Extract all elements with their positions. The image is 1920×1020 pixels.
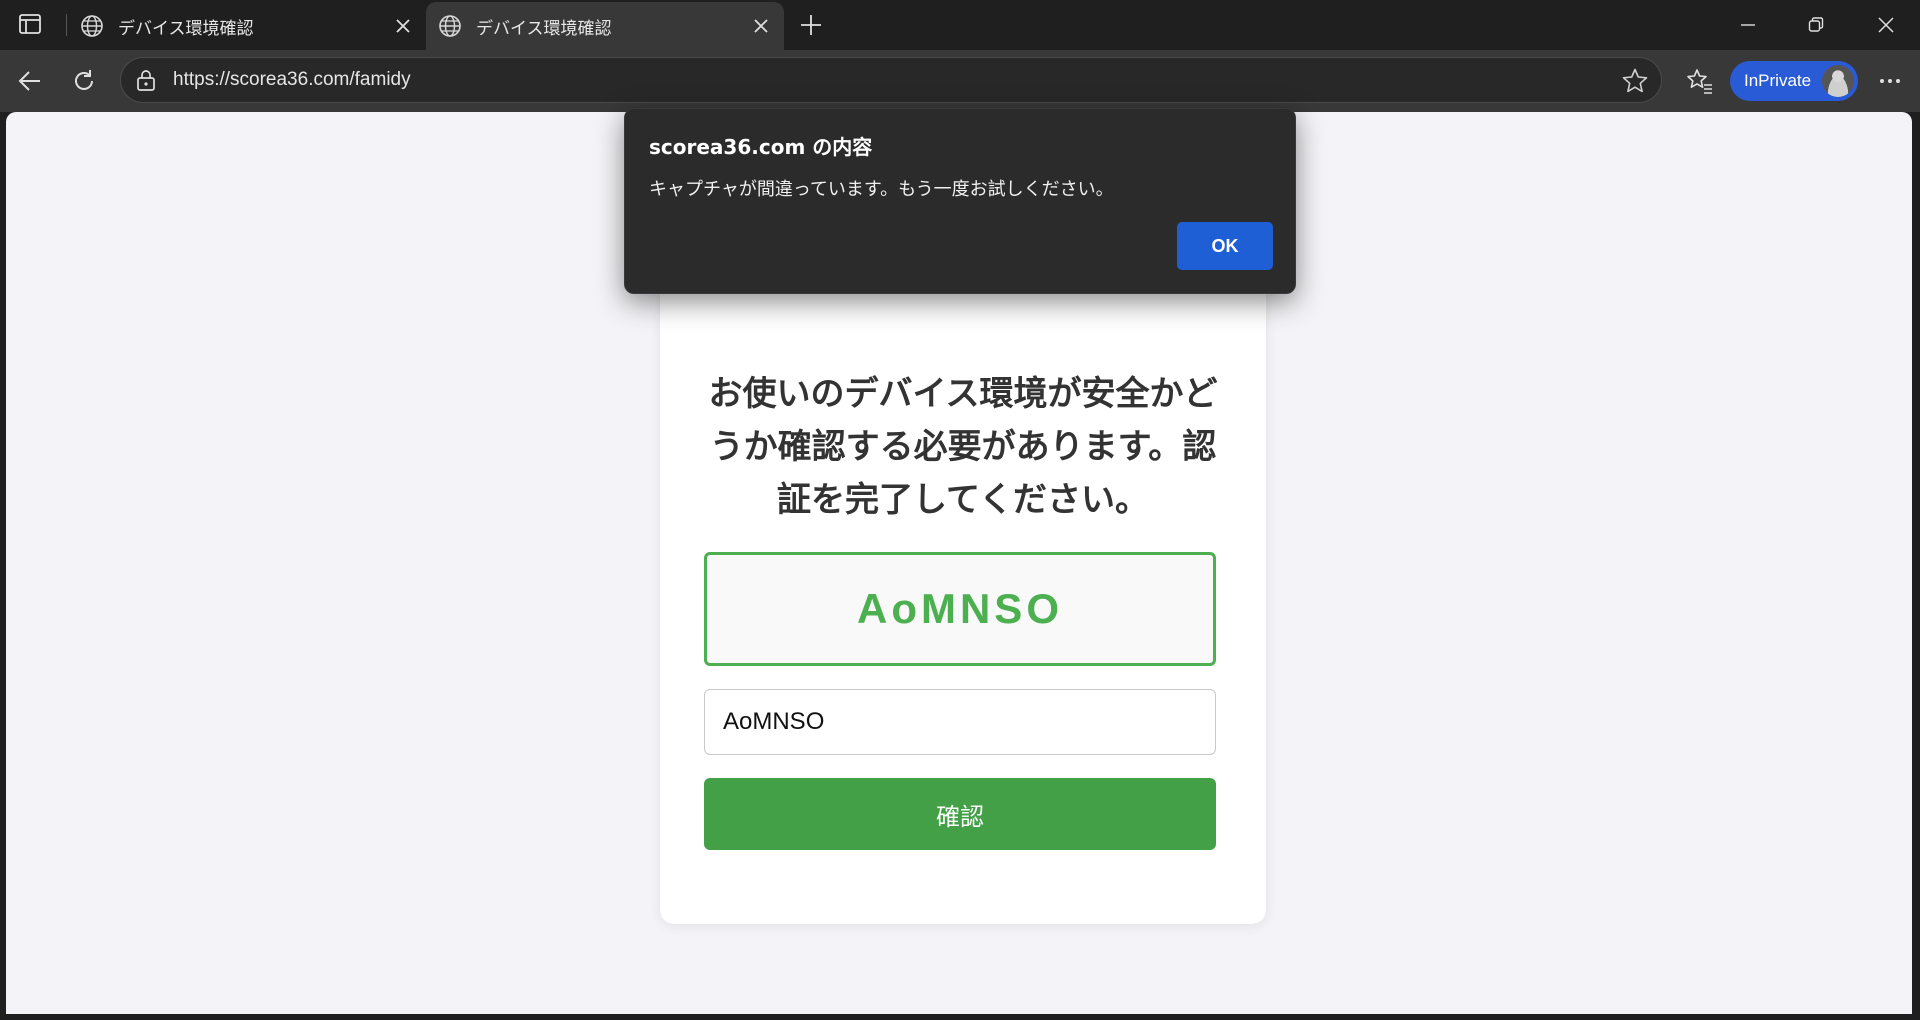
captcha-display: AoMNSO bbox=[704, 552, 1216, 666]
dialog-message: キャプチャが間違っています。もう一度お試しください。 bbox=[649, 179, 1114, 200]
tab-1[interactable]: デバイス環境確認 bbox=[68, 2, 426, 50]
back-button[interactable] bbox=[12, 63, 48, 99]
globe-icon bbox=[439, 15, 461, 37]
tab-actions-icon bbox=[19, 14, 41, 34]
close-icon bbox=[1878, 17, 1894, 33]
window-close-button[interactable] bbox=[1862, 10, 1910, 40]
tab-2[interactable]: デバイス環境確認 bbox=[426, 2, 784, 50]
captcha-input[interactable] bbox=[704, 689, 1216, 755]
restore-button[interactable] bbox=[1792, 10, 1840, 40]
tab-actions-button[interactable] bbox=[14, 10, 46, 38]
lock-icon[interactable] bbox=[135, 69, 157, 91]
avatar bbox=[1822, 65, 1854, 97]
favorites-icon bbox=[1687, 69, 1712, 94]
restore-icon bbox=[1808, 17, 1824, 32]
dialog-title: scorea36.com の内容 bbox=[649, 135, 873, 159]
tab-title: デバイス環境確認 bbox=[476, 18, 612, 39]
plus-icon bbox=[801, 15, 821, 35]
tab-close-button[interactable] bbox=[392, 15, 414, 37]
reload-icon bbox=[75, 70, 93, 90]
page-title: お使いのデバイス環境が安全かどうか確認する必要があります。認証を完了してください… bbox=[708, 374, 1218, 520]
tab-title: デバイス環境確認 bbox=[118, 18, 254, 39]
minimize-icon bbox=[1741, 24, 1755, 26]
url-text[interactable]: https://scorea36.com/famidy bbox=[173, 69, 411, 91]
alert-dialog: scorea36.com の内容 キャプチャが間違っています。もう一度お試しくだ… bbox=[624, 108, 1296, 294]
star-icon[interactable] bbox=[1621, 67, 1649, 95]
inprivate-profile-button[interactable]: InPrivate bbox=[1730, 61, 1858, 101]
new-tab-button[interactable] bbox=[796, 10, 826, 40]
more-icon bbox=[1880, 79, 1900, 83]
favorites-button[interactable] bbox=[1682, 63, 1718, 99]
more-menu-button[interactable] bbox=[1872, 63, 1908, 99]
address-bar[interactable]: https://scorea36.com/famidy bbox=[120, 57, 1662, 103]
back-arrow-icon bbox=[18, 71, 40, 91]
close-icon bbox=[396, 19, 410, 33]
browser-toolbar: https://scorea36.com/famidy InPrivate bbox=[0, 50, 1920, 112]
minimize-button[interactable] bbox=[1724, 10, 1772, 40]
inprivate-label: InPrivate bbox=[1744, 71, 1812, 90]
confirm-button[interactable]: 確認 bbox=[704, 778, 1216, 850]
tab-close-button[interactable] bbox=[750, 15, 772, 37]
close-icon bbox=[754, 19, 768, 33]
globe-icon bbox=[81, 15, 103, 37]
ok-button[interactable]: OK bbox=[1177, 222, 1273, 270]
tab-separator bbox=[66, 14, 67, 36]
tab-strip: デバイス環境確認 デバイス環境確認 bbox=[0, 0, 1920, 50]
reload-button[interactable] bbox=[66, 63, 102, 99]
